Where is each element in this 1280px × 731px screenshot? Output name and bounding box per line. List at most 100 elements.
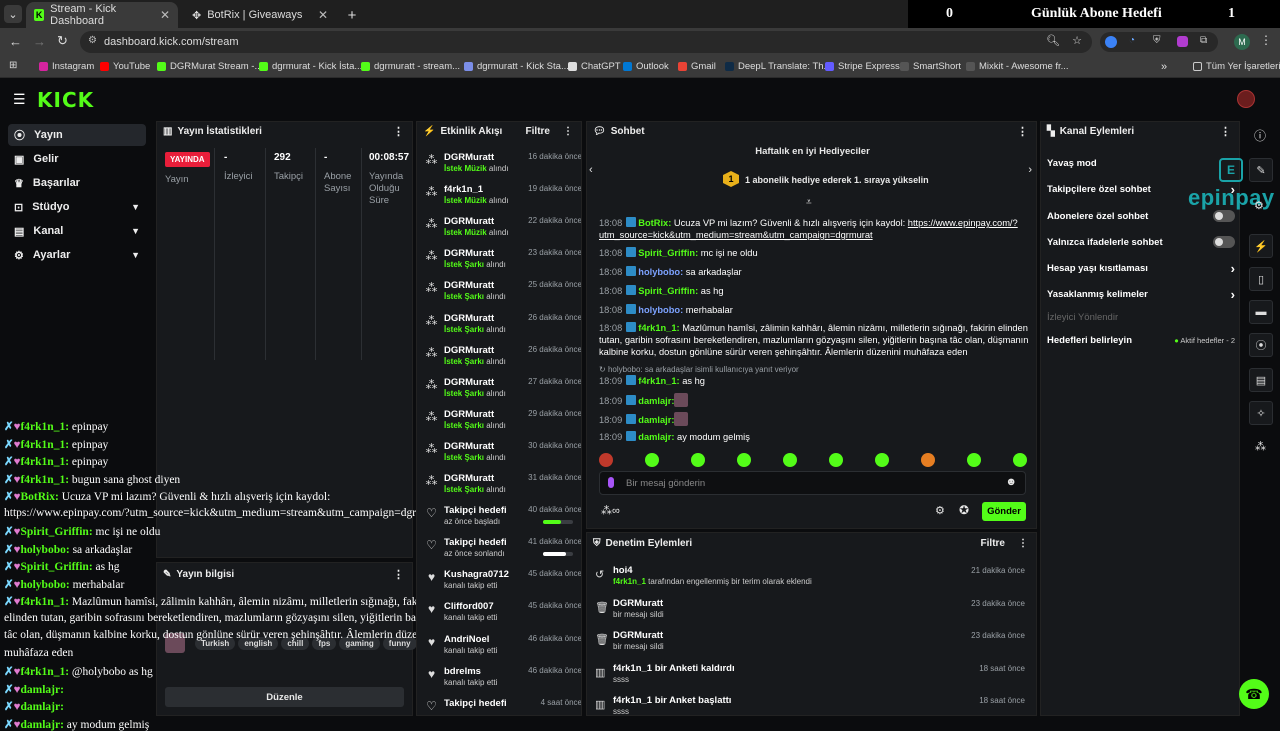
tab-kick-dashboard[interactable]: K Stream - Kick Dashboard ✕ — [26, 2, 178, 28]
profile-avatar[interactable]: M — [1234, 34, 1250, 50]
bookmark-item[interactable]: ChatGPT — [568, 61, 621, 72]
tab-search-button[interactable]: ⌄ — [4, 5, 22, 23]
share-rail-icon[interactable]: ⁂ — [1255, 440, 1266, 453]
close-tab-icon[interactable]: ✕ — [160, 8, 170, 22]
info-icon[interactable]: ⓘ — [1254, 127, 1266, 144]
site-info-icon[interactable]: ⚙ — [88, 35, 97, 46]
mic-icon[interactable] — [608, 477, 614, 488]
chevron-right-icon[interactable]: › — [1028, 164, 1032, 176]
document-rail-icon[interactable]: ▯ — [1249, 267, 1273, 291]
lightning-rail-icon[interactable]: ⚡ — [1249, 234, 1273, 258]
close-tab-icon[interactable]: ✕ — [318, 8, 328, 22]
activity-item[interactable]: ♡ Takipçi hedefi 4 saat önce — [425, 696, 581, 715]
more-options-icon[interactable]: ⋮ — [393, 125, 404, 138]
chat-username[interactable]: BotRix: — [638, 218, 671, 228]
channel-action-item[interactable]: Hedefleri belirleyin ● Aktif hedefler - 2 — [1047, 330, 1235, 350]
hamburger-menu-icon[interactable]: ☰ — [13, 91, 26, 108]
back-icon[interactable]: ← — [9, 34, 22, 49]
all-bookmarks[interactable]: Tüm Yer İşaretleri — [1193, 61, 1280, 72]
moderation-item[interactable]: 🗑︎ DGRMuratt bir mesajı sildi 23 dakika önc… — [595, 628, 1025, 658]
filter-button[interactable]: Filtre — [526, 126, 550, 137]
chat-username[interactable]: Spirit_Griffin: — [638, 248, 698, 258]
toggle-switch[interactable] — [1213, 236, 1235, 248]
more-bookmarks-icon[interactable]: » — [1161, 61, 1167, 73]
reload-icon[interactable]: ↻ — [57, 33, 68, 49]
activity-item[interactable]: ♡ Takipçi hedefi az önce başladı 40 dakika … — [425, 503, 581, 533]
emote-icon[interactable] — [783, 453, 797, 467]
send-button[interactable]: Gönder — [982, 502, 1026, 521]
bookmark-item[interactable]: Outlook — [623, 61, 669, 72]
extension-icon[interactable] — [1177, 36, 1188, 47]
browser-menu-icon[interactable]: ⋮ — [1260, 33, 1272, 47]
bookmark-item[interactable]: dgrmurat - Kick İsta... — [259, 61, 362, 72]
chat-username[interactable]: damlajr: — [638, 432, 674, 442]
broadcast-rail-icon[interactable]: ⦿ — [1249, 333, 1273, 357]
emote-icon[interactable] — [875, 453, 889, 467]
more-options-icon[interactable]: ⋮ — [1220, 125, 1231, 138]
sidebar-item-yayin[interactable]: ⦿ Yayın — [8, 124, 146, 146]
wrench-rail-icon[interactable]: ✧ — [1249, 401, 1273, 425]
apps-grid-icon[interactable]: ⊞ — [9, 60, 17, 71]
activity-item[interactable]: ⁂ DGRMuratt İstek Müzik alındı 16 dakika ön… — [425, 150, 582, 180]
url-field[interactable]: ⚙ dashboard.kick.com/stream 🔍︎ ☆ — [80, 31, 1092, 53]
activity-item[interactable]: ⁂ DGRMuratt İstek Şarkı alındı 29 dakika ön… — [425, 407, 582, 437]
layout-rail-icon[interactable]: ▤ — [1249, 368, 1273, 392]
bookmark-item[interactable]: dgrmuratt - stream... — [361, 61, 460, 72]
emote-icon[interactable] — [645, 453, 659, 467]
activity-item[interactable]: ♡ Takipçi hedefi az önce sonlandı 41 dakika… — [425, 535, 581, 565]
points-icon[interactable]: ⁂∞ — [601, 504, 620, 517]
chevron-left-icon[interactable]: ‹ — [589, 164, 593, 176]
bookmark-item[interactable]: YouTube — [100, 61, 150, 72]
moderation-item[interactable]: ▥ f4rk1n_1 bir Anket başlattı ssss 18 saat … — [595, 693, 1025, 715]
activity-item[interactable]: ⁂ DGRMuratt İstek Müzik alındı 22 dakika ön… — [425, 214, 582, 244]
tab-botrix[interactable]: ✥ BotRix | Giveaways ✕ — [184, 2, 336, 28]
bookmark-item[interactable]: SmartShort — [900, 61, 961, 72]
emote-icon[interactable] — [691, 453, 705, 467]
chat-username[interactable]: holybobo: — [638, 267, 683, 277]
bookmark-item[interactable]: Gmail — [678, 61, 716, 72]
activity-item[interactable]: ♥ Kushagra0712 kanalı takip etti 45 dakika … — [425, 567, 581, 597]
emote-icon[interactable] — [599, 453, 613, 467]
chat-username[interactable]: f4rk1n_1: — [638, 376, 679, 386]
channel-action-item[interactable]: Yalnızca ifadelerle sohbet — [1047, 232, 1235, 252]
shield-extension-icon[interactable]: ⛨ — [1153, 35, 1161, 46]
moderation-item[interactable]: 🗑︎ DGRMuratt bir mesajı sildi 23 dakika önc… — [595, 596, 1025, 626]
activity-item[interactable]: ♥ bdrelms kanalı takip etti 46 dakika önce — [425, 664, 581, 694]
puzzle-extensions-icon[interactable]: ⧉ — [1200, 35, 1207, 46]
bookmark-item[interactable]: Mixkit - Awesome fr... — [966, 61, 1069, 72]
filter-button[interactable]: Filtre — [981, 538, 1005, 549]
sidebar-item-basarilar[interactable]: ♛ Başarılar — [8, 172, 146, 194]
activity-item[interactable]: ⁂ DGRMuratt İstek Şarkı alındı 26 dakika ön… — [425, 343, 582, 373]
activity-item[interactable]: ⁂ f4rk1n_1 İstek Müzik alındı 19 dakika önc… — [425, 182, 582, 212]
new-tab-button[interactable]: + — [340, 2, 364, 28]
zoom-icon[interactable]: 🔍︎ — [1046, 34, 1060, 47]
activity-item[interactable]: ⁂ DGRMuratt İstek Şarkı alındı 23 dakika ön… — [425, 246, 582, 276]
bookmark-star-icon[interactable]: ☆ — [1072, 34, 1082, 47]
user-avatar[interactable] — [1237, 90, 1255, 108]
activity-item[interactable]: ♥ Clifford007 kanalı takip etti 45 dakika ö… — [425, 599, 581, 629]
emote-icon[interactable] — [967, 453, 981, 467]
extension-icon[interactable]: ◔ — [1129, 35, 1135, 46]
activity-item[interactable]: ⁂ DGRMuratt İstek Şarkı alındı 26 dakika ön… — [425, 311, 582, 341]
activity-item[interactable]: ⁂ DGRMuratt İstek Şarkı alındı 25 dakika ön… — [425, 278, 582, 308]
emote-icon[interactable] — [829, 453, 843, 467]
more-options-icon[interactable]: ⋮ — [563, 126, 573, 137]
settings-rail-icon[interactable]: ⚙ — [1254, 199, 1264, 212]
activity-item[interactable]: ⁂ DGRMuratt İstek Şarkı alındı 30 dakika ön… — [425, 439, 582, 469]
moderation-item[interactable]: ↺ hoi4 f4rk1n_1 tarafından engellenmiş bir… — [595, 563, 1025, 593]
bookmark-item[interactable]: Stripe Express — [825, 61, 900, 72]
chat-username[interactable]: Spirit_Griffin: — [638, 286, 698, 296]
pencil-rail-icon[interactable]: ✎ — [1249, 158, 1273, 182]
moderation-item[interactable]: ▥ f4rk1n_1 bir Anketi kaldırdı ssss 18 saat… — [595, 661, 1025, 691]
pin-icon[interactable]: ⩡ — [806, 197, 812, 208]
chat-input[interactable]: Bir mesaj gönderin ☻ — [599, 471, 1026, 495]
chat-username[interactable]: damlajr: — [638, 396, 674, 406]
activity-item[interactable]: ♥ AndriNoel kanalı takip etti 46 dakika önc… — [425, 632, 581, 662]
more-options-icon[interactable]: ⋮ — [1018, 538, 1028, 549]
sidebar-item-kanal[interactable]: ▤ Kanal ▼ — [8, 220, 146, 242]
emote-icon[interactable] — [1013, 453, 1027, 467]
bookmark-item[interactable]: DGRMurat Stream -... — [157, 61, 262, 72]
more-options-icon[interactable]: ⋮ — [1017, 125, 1028, 138]
chat-username[interactable]: holybobo: — [638, 305, 683, 315]
activity-item[interactable]: ⁂ DGRMuratt İstek Şarkı alındı 31 dakika ön… — [425, 471, 582, 501]
